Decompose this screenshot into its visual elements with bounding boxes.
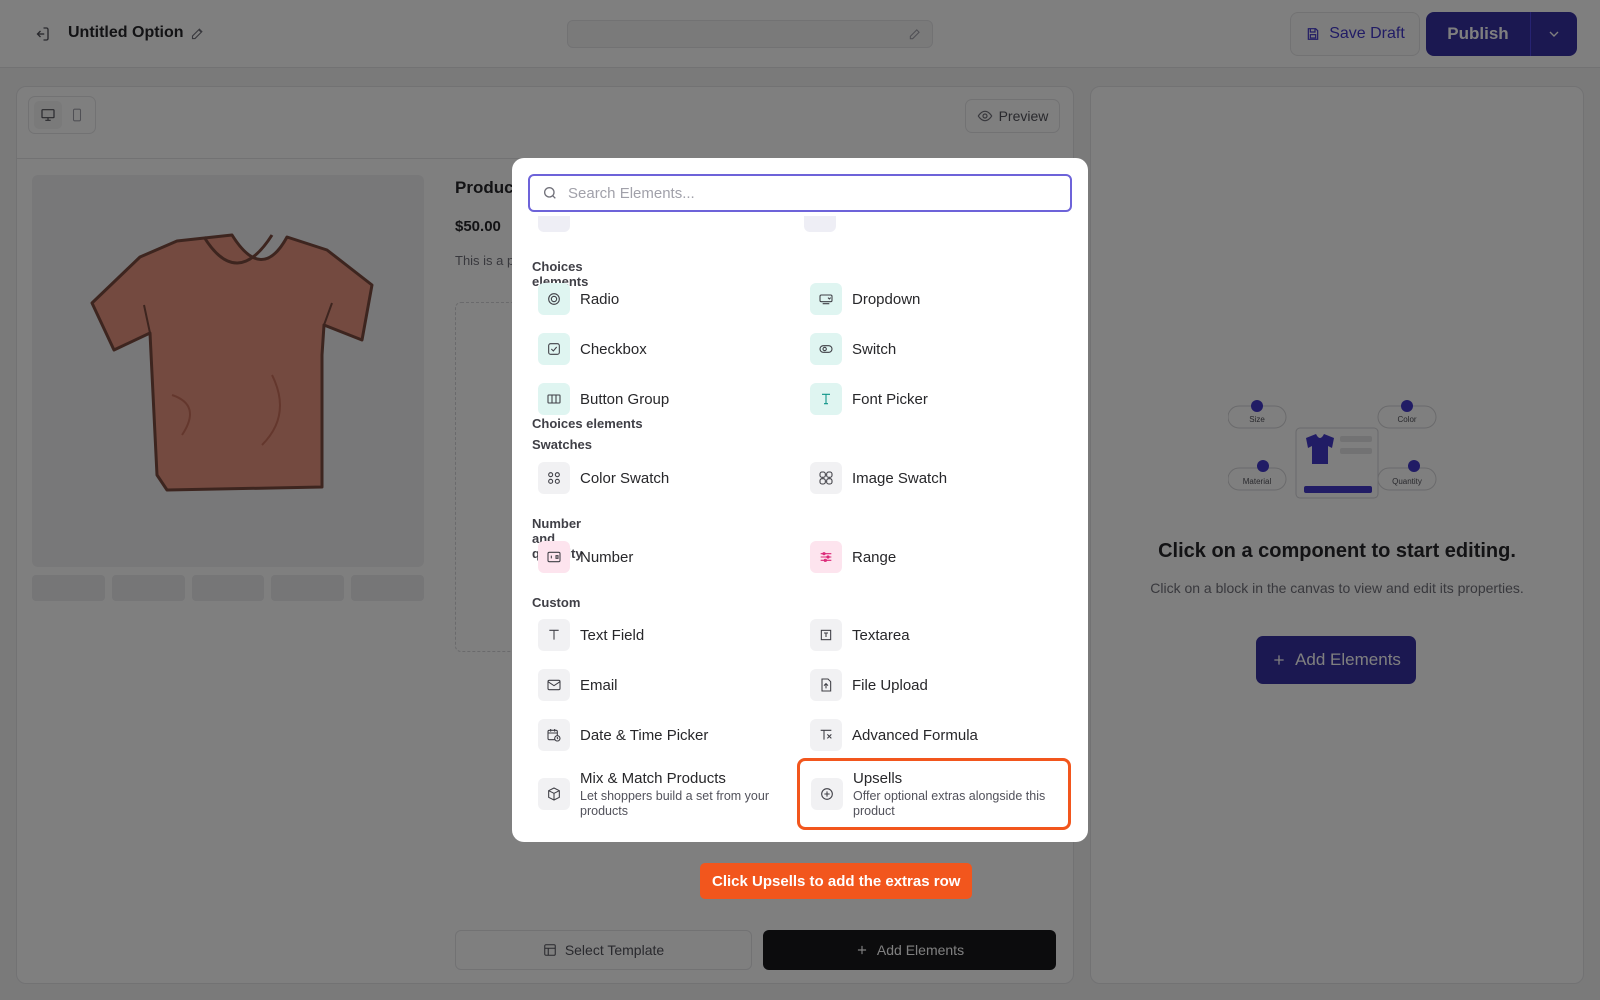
section-title-custom: Custom bbox=[532, 595, 581, 610]
section-title-swatches: Swatches bbox=[532, 437, 592, 452]
element-text-field[interactable]: Text Field bbox=[532, 614, 794, 656]
element-label: Number bbox=[580, 548, 634, 566]
element-label: Color Swatch bbox=[580, 469, 670, 487]
text-icon bbox=[538, 619, 570, 651]
element-color-swatch[interactable]: Color Swatch bbox=[532, 457, 794, 499]
switch-icon bbox=[810, 333, 842, 365]
element-textarea[interactable]: Textarea bbox=[804, 614, 1066, 656]
search-icon bbox=[544, 187, 556, 199]
element-label: File Upload bbox=[852, 676, 928, 694]
search-input[interactable] bbox=[568, 184, 1048, 202]
element-label: Mix & Match Products bbox=[580, 769, 726, 787]
element-image-swatch[interactable]: Image Swatch bbox=[804, 457, 1066, 499]
element-label: Dropdown bbox=[852, 290, 921, 308]
element-label: Advanced Formula bbox=[852, 726, 978, 744]
number-icon bbox=[538, 541, 570, 573]
element-label: Image Swatch bbox=[852, 469, 948, 487]
element-label: Email bbox=[580, 676, 618, 694]
range-icon bbox=[810, 541, 842, 573]
list-item-partial[interactable] bbox=[538, 216, 570, 236]
element-advanced-formula[interactable]: Advanced Formula bbox=[804, 714, 1066, 756]
package-icon bbox=[538, 778, 570, 810]
element-label: Upsells bbox=[853, 769, 903, 787]
element-label: Range bbox=[852, 548, 897, 566]
textarea-icon bbox=[810, 619, 842, 651]
checkbox-icon bbox=[538, 333, 570, 365]
font-icon bbox=[810, 383, 842, 415]
element-label: Text Field bbox=[580, 626, 645, 644]
element-number[interactable]: Number bbox=[532, 536, 794, 578]
file-upload-icon bbox=[810, 669, 842, 701]
list-item-partial[interactable] bbox=[804, 216, 836, 236]
element-switch[interactable]: Switch bbox=[804, 328, 1066, 370]
element-description: Offer optional extras alongside this pro… bbox=[853, 788, 1046, 818]
element-label: Switch bbox=[852, 340, 897, 358]
element-label: Radio bbox=[580, 290, 620, 308]
search-field[interactable] bbox=[528, 174, 1072, 212]
element-button-group[interactable]: Button Group bbox=[532, 378, 794, 420]
element-label: Checkbox bbox=[580, 340, 647, 358]
dropdown-icon bbox=[810, 283, 842, 315]
element-label: Date & Time Picker bbox=[580, 726, 709, 744]
element-label: Button Group bbox=[580, 390, 670, 408]
element-date-time[interactable]: Date & Time Picker bbox=[532, 714, 794, 756]
element-radio[interactable]: Radio bbox=[532, 278, 794, 320]
element-upsells[interactable]: Upsells Offer optional extras alongside … bbox=[797, 758, 1071, 830]
plus-circle-icon bbox=[811, 778, 843, 810]
element-label: Font Picker bbox=[852, 390, 928, 408]
element-range[interactable]: Range bbox=[804, 536, 1066, 578]
formula-icon bbox=[810, 719, 842, 751]
element-mix-match[interactable]: Mix & Match Products Let shoppers build … bbox=[532, 758, 794, 830]
color-swatch-icon bbox=[538, 462, 570, 494]
image-swatch-icon bbox=[810, 462, 842, 494]
element-email[interactable]: Email bbox=[532, 664, 794, 706]
element-dropdown[interactable]: Dropdown bbox=[804, 278, 1066, 320]
onboarding-hint: Click Upsells to add the extras row bbox=[700, 863, 973, 899]
element-description: Let shoppers build a set from your produ… bbox=[580, 788, 769, 818]
element-checkbox[interactable]: Checkbox bbox=[532, 328, 794, 370]
element-file-upload[interactable]: File Upload bbox=[804, 664, 1066, 706]
calendar-clock-icon bbox=[538, 719, 570, 751]
element-label: Textarea bbox=[852, 626, 910, 644]
mail-icon bbox=[538, 669, 570, 701]
element-font-picker[interactable]: Font Picker bbox=[804, 378, 1066, 420]
radio-icon bbox=[538, 283, 570, 315]
button-group-icon bbox=[538, 383, 570, 415]
